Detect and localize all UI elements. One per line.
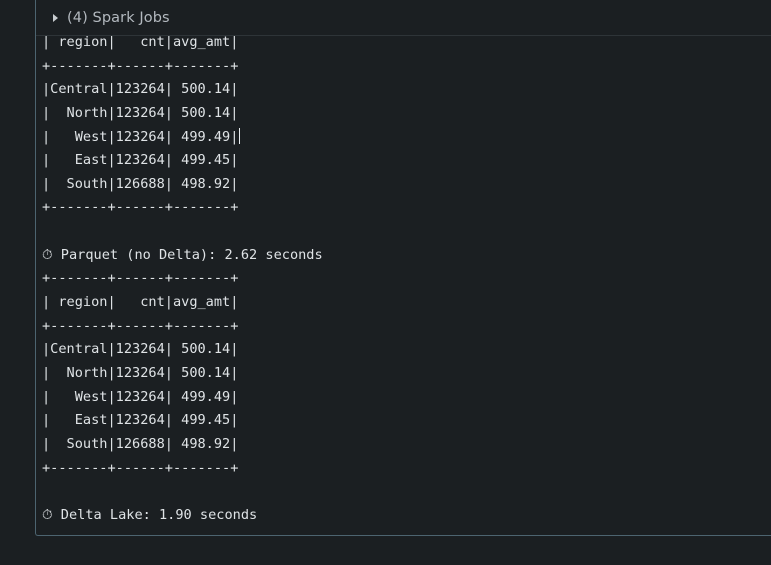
output-line: +-------+------+-------+ <box>42 459 239 476</box>
output-line: | East|123264| 499.45| <box>42 412 239 429</box>
timing-parquet: ⏱ Parquet (no Delta): 2.62 seconds <box>42 246 323 263</box>
spark-jobs-label: (4) Spark Jobs <box>67 9 170 26</box>
console-output: | region| cnt|avg_amt| +-------+------+--… <box>42 31 323 527</box>
output-line: |Central|123264| 500.14| <box>42 81 239 98</box>
output-line: | North|123264| 500.14| <box>42 104 239 121</box>
output-line-text: | West|123264| 499.49| <box>42 128 239 145</box>
output-line: | South|126688| 498.92| <box>42 175 239 192</box>
output-line: | East|123264| 499.45| <box>42 152 239 169</box>
output-line: |Central|123264| 500.14| <box>42 341 239 358</box>
caret-right-icon[interactable] <box>53 14 58 22</box>
output-line: | West|123264| 499.49| <box>42 126 323 150</box>
output-line: | region| cnt|avg_amt| <box>42 34 239 50</box>
timing-delta: ⏱ Delta Lake: 1.90 seconds <box>42 506 258 523</box>
output-line: +-------+------+-------+ <box>42 317 239 334</box>
text-cursor <box>239 127 241 144</box>
output-line: | South|126688| 498.92| <box>42 435 239 452</box>
output-line: | West|123264| 499.49| <box>42 388 239 405</box>
cell-output-panel: (4) Spark Jobs | region| cnt|avg_amt| +--… <box>35 0 771 536</box>
output-line: +-------+------+-------+ <box>42 199 239 216</box>
output-line: | region| cnt|avg_amt| <box>42 294 239 311</box>
output-line: +-------+------+-------+ <box>42 57 239 74</box>
output-line: +-------+------+-------+ <box>42 270 239 287</box>
output-line: | North|123264| 500.14| <box>42 364 239 381</box>
notebook-page: (4) Spark Jobs | region| cnt|avg_amt| +--… <box>0 0 771 565</box>
